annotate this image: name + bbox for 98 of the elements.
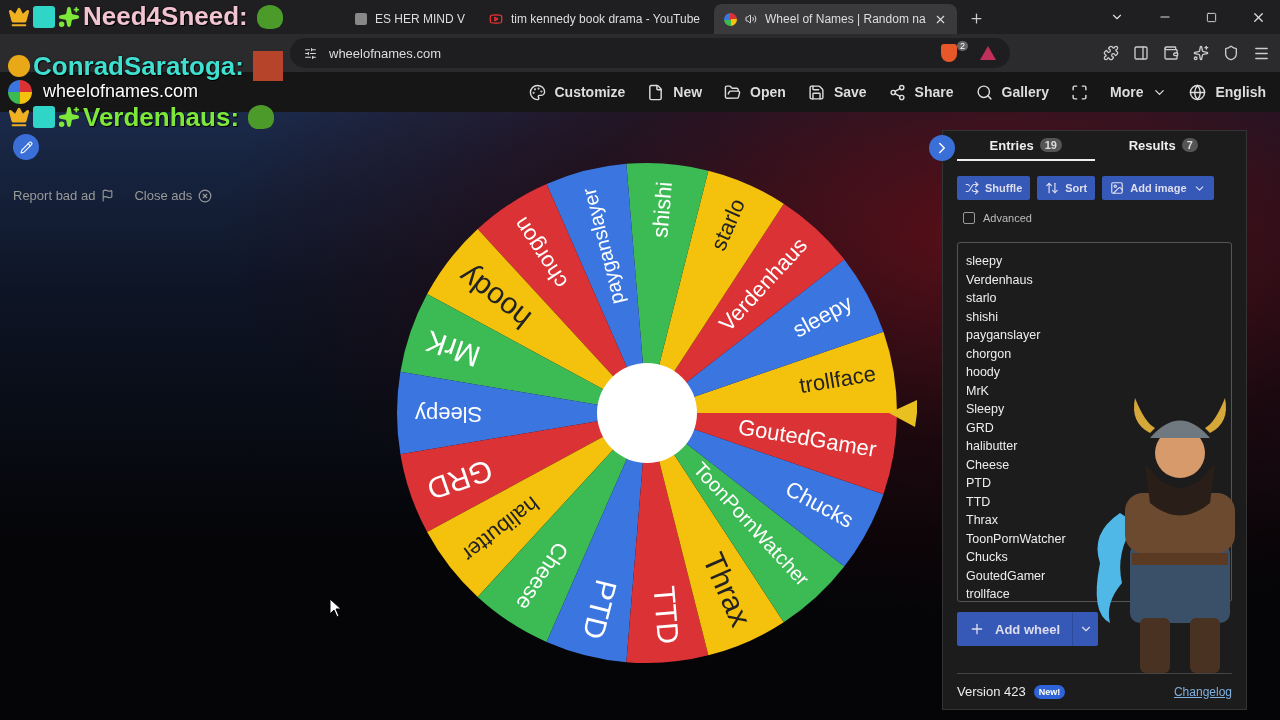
- sidebar-icon[interactable]: [1133, 45, 1149, 61]
- globe-icon: [1189, 83, 1207, 101]
- new-badge: New!: [1033, 684, 1066, 699]
- count-badge: 19: [1039, 138, 1062, 152]
- edit-button[interactable]: [13, 134, 39, 160]
- toolbar-button[interactable]: New: [647, 83, 703, 101]
- entry-text: GoutedGamer: [966, 567, 1047, 585]
- toolbar-button[interactable]: English: [1189, 83, 1266, 101]
- wheel-label: MrK: [421, 324, 485, 374]
- changelog-link[interactable]: Changelog: [1173, 684, 1232, 699]
- toolbar-button[interactable]: Open: [724, 83, 786, 101]
- toolbar-button[interactable]: Gallery: [975, 83, 1049, 101]
- checkbox[interactable]: [963, 212, 975, 224]
- chat-username: ConradSaratoga:: [33, 50, 244, 82]
- entry-text: Verdenhaus: [966, 271, 1034, 289]
- sort-icon: [1045, 181, 1060, 195]
- close-ads-link[interactable]: Close ads: [134, 188, 213, 203]
- toolbar-button[interactable]: Save: [807, 83, 867, 101]
- chat-username: Need4Sneed:: [83, 1, 248, 33]
- browser-tab[interactable]: tim kennedy book drama - YouTube: [479, 4, 711, 34]
- video-site-icon: [489, 12, 503, 26]
- entry-text: chorgon: [966, 345, 1013, 363]
- file-icon: [647, 83, 665, 101]
- palette-icon: [528, 83, 546, 101]
- flag-icon: [101, 189, 115, 202]
- wheel-label: TTD: [647, 584, 686, 646]
- entry-text: TTD: [966, 493, 992, 511]
- entry-text: hoody: [966, 364, 1002, 381]
- panel-tab[interactable]: Entries 19: [957, 131, 1095, 161]
- emote-placeholder: [252, 51, 283, 82]
- entry-text: GRD: [966, 419, 995, 437]
- triangle-icon[interactable]: [980, 46, 996, 60]
- shield-icon[interactable]: [941, 44, 957, 62]
- action-button[interactable]: Sort: [1037, 176, 1096, 200]
- wheel-label: GoutedGamer: [736, 414, 879, 462]
- toolbar-button[interactable]: Customize: [528, 83, 626, 101]
- extensions-icon[interactable]: [1103, 45, 1119, 61]
- checkbox-label: Advanced: [983, 212, 1032, 224]
- chat-username: Verdenhaus:: [83, 101, 240, 133]
- speaker-icon: [745, 13, 758, 25]
- wallet-icon[interactable]: [1163, 45, 1179, 61]
- sparkle-icon: [58, 106, 80, 129]
- crown-icon: [8, 106, 30, 129]
- wheel-label: GRD: [423, 453, 497, 507]
- share-icon: [888, 83, 906, 101]
- folder-icon: [724, 83, 742, 101]
- entry-text: starlo: [966, 290, 998, 307]
- pointer-icon: [889, 399, 917, 427]
- pencil-icon: [19, 140, 33, 154]
- save-icon: [807, 83, 825, 101]
- plus-icon: [969, 621, 985, 637]
- entry-text: halibutter: [966, 438, 1019, 455]
- count-badge: 7: [1181, 138, 1198, 152]
- entry-text: MrK: [966, 382, 990, 400]
- entry-text: Chucks: [966, 549, 1009, 566]
- entry-text: Thrax: [966, 512, 999, 529]
- entry-text: Cheese: [966, 456, 1011, 474]
- wheel-logo-icon: [724, 12, 738, 26]
- new-tab-icon[interactable]: [968, 11, 984, 26]
- sparkle-icon: [58, 5, 80, 28]
- entry-text: Sleepy: [966, 401, 1006, 418]
- site-settings-icon[interactable]: [304, 46, 317, 60]
- wheel-label: Sleepy: [415, 402, 483, 428]
- entry-text: ToonPornWatcher: [966, 530, 1067, 548]
- report-ad-link[interactable]: Report bad ad: [13, 188, 115, 203]
- wheel-label: trollface: [797, 360, 878, 399]
- shuffle-icon: [965, 181, 979, 195]
- mouse-cursor-icon: [329, 598, 343, 618]
- address-bar[interactable]: wheelofnames.com 2: [290, 38, 1010, 68]
- restore-icon[interactable]: [1206, 11, 1217, 23]
- wheel-label: shishi: [647, 180, 677, 239]
- crown-icon: [8, 5, 30, 28]
- action-button[interactable]: Shuffle: [957, 176, 1031, 200]
- image-icon: [1110, 181, 1125, 195]
- entry-text: payganslayer: [966, 327, 1042, 344]
- shield-count: 2: [957, 41, 968, 51]
- add-wheel-button[interactable]: Add wheel: [957, 612, 1072, 646]
- toolbar-button[interactable]: [1071, 83, 1088, 101]
- toolbar-button[interactable]: More: [1110, 84, 1168, 100]
- toolbar-button[interactable]: Share: [888, 83, 954, 101]
- browser-tab[interactable]: ES HER MIND V: [345, 4, 475, 34]
- search-icon: [975, 83, 993, 101]
- entry-text: shishi: [966, 308, 999, 326]
- chat-message: wheelofnames.com: [43, 81, 199, 103]
- entry-text: sleepy: [966, 253, 1004, 270]
- sparkle-icon[interactable]: [1193, 45, 1209, 61]
- version-text: Version 423: [957, 684, 1026, 699]
- entry-text: PTD: [966, 475, 992, 492]
- browser-tab[interactable]: Wheel of Names | Random na: [714, 4, 957, 34]
- panel-tab[interactable]: Results 7: [1094, 131, 1232, 161]
- shield-icon[interactable]: [1223, 45, 1239, 61]
- action-button[interactable]: Add image: [1102, 176, 1214, 200]
- close-icon: [198, 188, 213, 203]
- collapse-button[interactable]: [929, 135, 955, 161]
- fullscreen-icon: [1071, 83, 1088, 101]
- entry-text: trollface: [966, 586, 1011, 603]
- page-favicon-icon: [355, 13, 367, 25]
- wheel-label: PTD: [576, 576, 624, 643]
